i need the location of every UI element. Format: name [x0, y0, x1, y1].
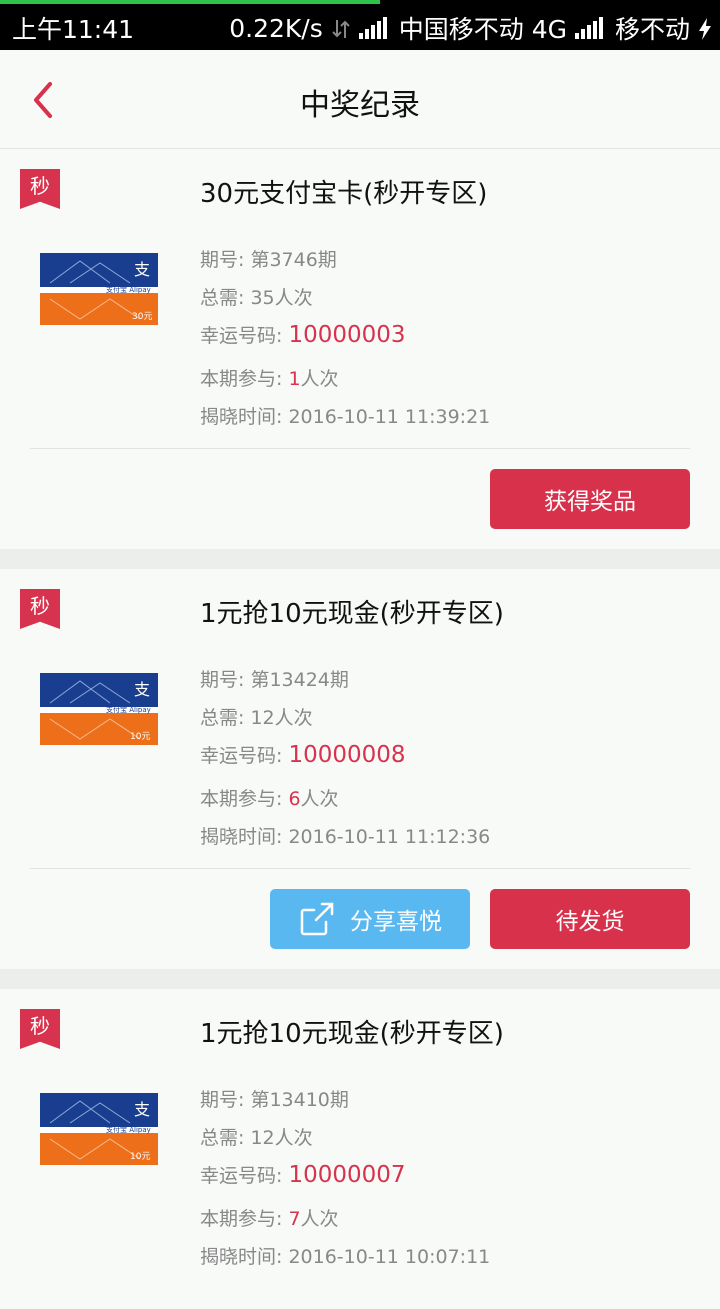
total-line: 总需: 12人次	[200, 1127, 313, 1149]
record-card: 秒 1元抢10元现金(秒开专区) 支 支付宝 Alipay 10元 期号: 第1…	[0, 989, 720, 1309]
card-value-label: 10元	[130, 1152, 150, 1162]
share-joy-button[interactable]: 分享喜悦	[270, 889, 470, 949]
status-right: 0.22K/s 中国移不动 4G 移不动	[229, 10, 712, 46]
reveal-time-line: 揭晓时间: 2016-10-11 11:39:21	[200, 406, 491, 428]
issue-line: 期号: 第13424期	[200, 669, 349, 691]
issue-line: 期号: 第13410期	[200, 1089, 349, 1111]
zone-badge: 秒	[20, 589, 60, 629]
alipay-card-image[interactable]: 支 支付宝 Alipay 10元	[40, 673, 158, 745]
signal-icon	[358, 17, 391, 39]
total-line: 总需: 35人次	[200, 287, 313, 309]
total-line: 总需: 12人次	[200, 707, 313, 729]
reveal-time-line: 揭晓时间: 2016-10-11 11:12:36	[200, 826, 491, 848]
record-card: 秒 30元支付宝卡(秒开专区) 支 支付宝 Alipay 30元 期号: 第37…	[0, 149, 720, 549]
participation-line: 本期参与: 7人次	[200, 1208, 339, 1230]
share-joy-label: 分享喜悦	[350, 909, 442, 935]
awaiting-shipment-button[interactable]: 待发货	[490, 889, 690, 949]
claim-prize-button[interactable]: 获得奖品	[490, 469, 690, 529]
record-list: 秒 30元支付宝卡(秒开专区) 支 支付宝 Alipay 30元 期号: 第37…	[0, 149, 720, 1309]
reveal-time-line: 揭晓时间: 2016-10-11 10:07:11	[200, 1246, 491, 1268]
zone-badge: 秒	[20, 1009, 60, 1049]
svg-text:支付宝 Alipay: 支付宝 Alipay	[106, 1125, 151, 1134]
lucky-number-line: 幸运号码: 10000007	[200, 1162, 406, 1188]
page-title: 中奖纪录	[300, 88, 420, 123]
svg-text:支付宝 Alipay: 支付宝 Alipay	[106, 705, 151, 714]
card-value-label: 30元	[132, 312, 152, 322]
prize-name[interactable]: 1元抢10元现金(秒开专区)	[200, 593, 504, 630]
svg-text:支: 支	[134, 680, 150, 699]
share-icon	[300, 902, 334, 936]
status-bar: 上午11:41 0.22K/s 中国移不动 4G 移不动	[0, 0, 720, 50]
lucky-number-line: 幸运号码: 10000003	[200, 322, 406, 348]
record-card: 秒 1元抢10元现金(秒开专区) 支 支付宝 Alipay 10元 期号: 第1…	[0, 569, 720, 969]
participation-line: 本期参与: 1人次	[200, 368, 339, 390]
svg-text:支: 支	[134, 1100, 150, 1119]
prize-name[interactable]: 30元支付宝卡(秒开专区)	[200, 173, 487, 210]
alipay-card-image[interactable]: 支 支付宝 Alipay 30元	[40, 253, 158, 325]
carrier-secondary: 移不动	[614, 15, 690, 44]
prize-name[interactable]: 1元抢10元现金(秒开专区)	[200, 1013, 504, 1050]
svg-text:支: 支	[134, 260, 150, 279]
page-load-progress	[0, 0, 380, 4]
status-time: 上午11:41	[12, 15, 135, 44]
net-speed: 0.22K/s	[229, 13, 323, 43]
card-value-label: 10元	[130, 732, 150, 742]
zone-badge: 秒	[20, 169, 60, 209]
divider	[30, 868, 690, 869]
data-transfer-icon	[331, 17, 351, 39]
nav-bar: 中奖纪录	[0, 50, 720, 149]
signal-icon-2	[574, 17, 607, 39]
svg-text:支付宝 Alipay: 支付宝 Alipay	[106, 285, 151, 294]
charging-icon	[698, 17, 712, 40]
divider	[30, 448, 690, 449]
alipay-card-image[interactable]: 支 支付宝 Alipay 10元	[40, 1093, 158, 1165]
carrier-primary: 中国移不动 4G	[398, 15, 567, 44]
lucky-number-line: 幸运号码: 10000008	[200, 742, 406, 768]
participation-line: 本期参与: 6人次	[200, 788, 339, 810]
issue-line: 期号: 第3746期	[200, 249, 337, 271]
